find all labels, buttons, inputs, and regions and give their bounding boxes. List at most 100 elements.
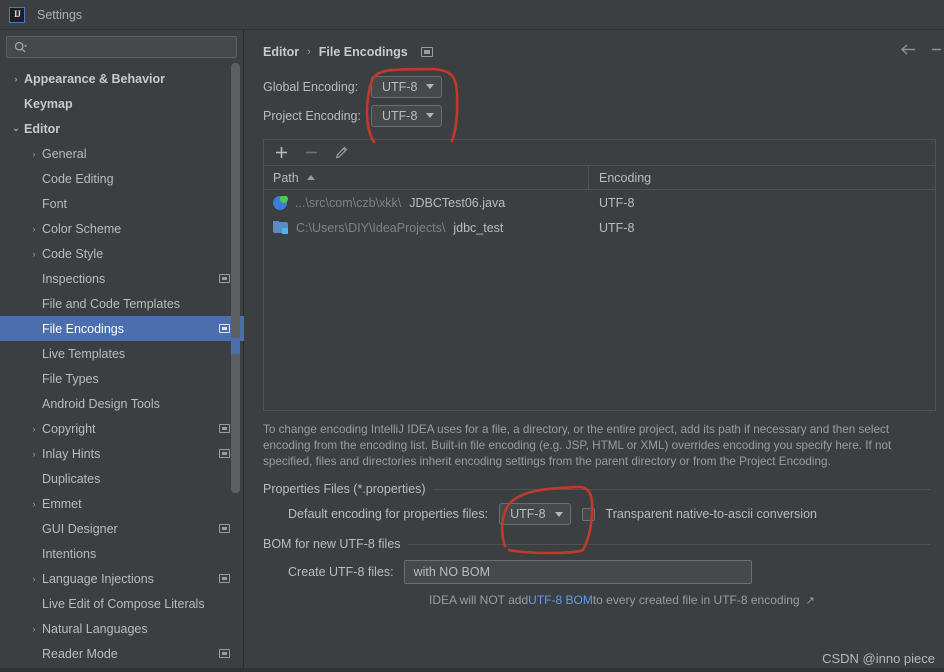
project-scope-icon — [420, 47, 433, 57]
sidebar-item-live-templates[interactable]: Live Templates — [0, 341, 244, 366]
breadcrumb-separator: › — [307, 46, 311, 58]
sidebar-item-intentions[interactable]: Intentions — [0, 541, 244, 566]
sidebar-item-file-types[interactable]: File Types — [0, 366, 244, 391]
forward-arrow-icon[interactable] — [932, 43, 942, 61]
sidebar-item-reader-mode[interactable]: Reader Mode — [0, 641, 244, 666]
chevron-right-icon[interactable]: › — [26, 424, 42, 434]
sidebar-scrollbar[interactable] — [231, 63, 240, 663]
properties-files-section: Properties Files (*.properties) Default … — [263, 482, 930, 525]
sidebar-item-code-style[interactable]: › Code Style — [0, 241, 244, 266]
watermark: CSDN @inno piece — [822, 651, 935, 666]
global-encoding-dropdown[interactable]: UTF-8 — [371, 75, 443, 98]
sidebar-item-label: Appearance & Behavior — [24, 71, 166, 86]
sidebar-item-label: File Types — [42, 371, 99, 386]
sidebar-item-editor[interactable]: ⌄ Editor — [0, 116, 244, 141]
default-properties-encoding-label: Default encoding for properties files: — [288, 507, 489, 521]
sidebar-item-label: General — [42, 146, 87, 161]
properties-section-title: Properties Files (*.properties) — [263, 482, 426, 496]
transparent-ascii-label[interactable]: Transparent native-to-ascii conversion — [606, 507, 817, 521]
column-header-path[interactable]: Path — [264, 165, 589, 190]
bom-hint-link[interactable]: UTF-8 BOM — [528, 593, 593, 607]
column-header-encoding[interactable]: Encoding — [589, 171, 651, 185]
sidebar-item-inspections[interactable]: Inspections — [0, 266, 244, 291]
external-link-icon[interactable]: ↗ — [806, 594, 815, 607]
chevron-right-icon[interactable]: › — [26, 574, 42, 584]
chevron-right-icon[interactable]: › — [26, 149, 42, 159]
sidebar-item-keymap[interactable]: Keymap — [0, 91, 244, 116]
sidebar-item-copyright[interactable]: › Copyright — [0, 416, 244, 441]
sidebar-item-duplicates[interactable]: Duplicates — [0, 466, 244, 491]
breadcrumb-parent[interactable]: Editor — [263, 45, 299, 59]
bom-hint-row: IDEA will NOT add UTF-8 BOM to every cre… — [288, 593, 930, 607]
create-utf8-files-dropdown[interactable]: with NO BOM — [403, 560, 752, 584]
section-divider — [432, 488, 930, 490]
project-encoding-value: UTF-8 — [382, 108, 418, 123]
sidebar-item-label: Keymap — [24, 96, 73, 111]
chevron-down-icon — [554, 511, 563, 517]
project-scope-icon — [219, 524, 230, 533]
search-icon — [14, 41, 27, 54]
project-encoding-dropdown[interactable]: UTF-8 — [371, 104, 443, 127]
sidebar-item-natural-languages[interactable]: › Natural Languages — [0, 616, 244, 641]
sidebar-item-label: Editor — [24, 121, 61, 136]
back-arrow-icon[interactable] — [900, 43, 917, 61]
chevron-right-icon[interactable]: › — [26, 449, 42, 459]
search-input[interactable] — [27, 40, 236, 54]
sidebar-item-label: GUI Designer — [42, 521, 118, 536]
bom-hint-suffix: to every created file in UTF-8 encoding — [592, 593, 800, 607]
default-properties-encoding-row: Default encoding for properties files: U… — [288, 503, 930, 525]
sidebar-item-label: Code Editing — [42, 171, 114, 186]
sidebar-item-file-and-code-templates[interactable]: File and Code Templates — [0, 291, 244, 316]
table-row[interactable]: ...\src\com\czb\xkk\ JDBCTest06.java UTF-8 — [264, 190, 935, 215]
sidebar-item-label: Color Scheme — [42, 221, 122, 236]
sidebar-item-label: Live Templates — [42, 346, 126, 361]
table-cell-encoding[interactable]: UTF-8 — [589, 196, 634, 210]
project-scope-icon — [219, 449, 230, 458]
table-cell-encoding[interactable]: UTF-8 — [589, 221, 634, 235]
sidebar-item-font[interactable]: Font — [0, 191, 244, 216]
search-box[interactable] — [6, 36, 237, 58]
chevron-right-icon[interactable]: › — [26, 624, 42, 634]
project-scope-icon — [219, 324, 230, 333]
sidebar-scroll-marker — [231, 338, 240, 354]
sidebar-item-appearance-behavior[interactable]: › Appearance & Behavior — [0, 66, 244, 91]
navigation-arrows — [900, 43, 944, 61]
sidebar-item-live-edit-of-compose-literals[interactable]: Live Edit of Compose Literals — [0, 591, 244, 616]
sidebar-item-inlay-hints[interactable]: › Inlay Hints — [0, 441, 244, 466]
project-scope-icon — [219, 574, 230, 583]
chevron-right-icon[interactable]: › — [8, 74, 24, 84]
sidebar-item-code-editing[interactable]: Code Editing — [0, 166, 244, 191]
sidebar-item-android-design-tools[interactable]: Android Design Tools — [0, 391, 244, 416]
properties-section-body: Default encoding for properties files: U… — [263, 496, 930, 525]
edit-path-button[interactable] — [333, 145, 349, 161]
create-utf8-files-value: with NO BOM — [413, 565, 490, 579]
table-cell-path-name: jdbc_test — [453, 220, 504, 235]
table-row[interactable]: C:\Users\DIY\IdeaProjects\ jdbc_test UTF-8 — [264, 215, 935, 240]
chevron-right-icon[interactable]: › — [26, 499, 42, 509]
transparent-ascii-checkbox[interactable] — [581, 507, 595, 521]
table-cell-path-name: JDBCTest06.java — [409, 195, 506, 210]
encodings-table-panel: Path Encoding ...\src\com\czb\xkk\ JDBCTe… — [263, 139, 936, 411]
sidebar-scrollbar-thumb[interactable] — [231, 63, 240, 493]
project-scope-icon — [219, 274, 230, 283]
sidebar-item-general[interactable]: › General — [0, 141, 244, 166]
add-path-button[interactable] — [273, 145, 289, 161]
remove-path-button[interactable] — [303, 145, 319, 161]
chevron-right-icon[interactable]: › — [26, 224, 42, 234]
bom-section-title: BOM for new UTF-8 files — [263, 537, 401, 551]
chevron-right-icon[interactable]: › — [26, 249, 42, 259]
sidebar-item-file-encodings[interactable]: File Encodings — [0, 316, 244, 341]
section-divider — [407, 543, 930, 545]
bom-section-body: Create UTF-8 files: with NO BOM IDEA wil… — [263, 551, 930, 607]
table-cell-path-prefix: C:\Users\DIY\IdeaProjects\ — [296, 220, 446, 235]
breadcrumb: Editor › File Encodings — [244, 42, 944, 62]
sidebar-item-color-scheme[interactable]: › Color Scheme — [0, 216, 244, 241]
bom-section: BOM for new UTF-8 files Create UTF-8 fil… — [263, 537, 930, 607]
sidebar-item-emmet[interactable]: › Emmet — [0, 491, 244, 516]
default-properties-encoding-dropdown[interactable]: UTF-8 — [499, 503, 571, 525]
properties-section-title-row: Properties Files (*.properties) — [263, 482, 930, 496]
search-area — [0, 30, 243, 62]
sidebar-item-gui-designer[interactable]: GUI Designer — [0, 516, 244, 541]
sidebar-item-language-injections[interactable]: › Language Injections — [0, 566, 244, 591]
chevron-down-icon[interactable]: ⌄ — [8, 123, 24, 134]
